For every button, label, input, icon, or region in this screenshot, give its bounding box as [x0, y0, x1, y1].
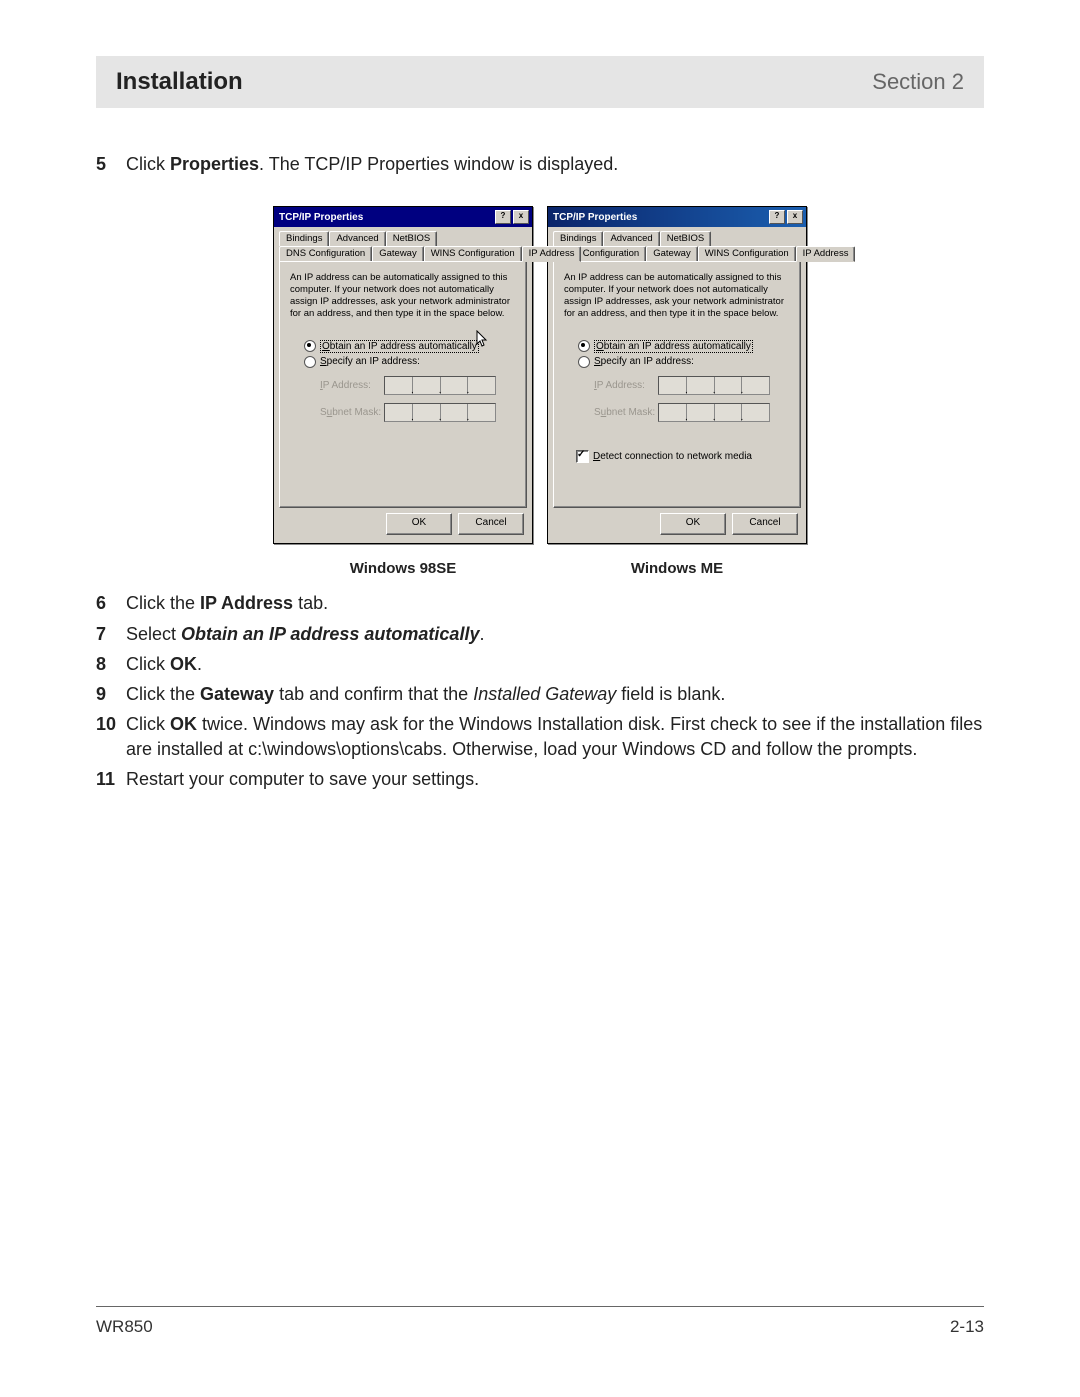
step-number: 6 — [96, 591, 126, 615]
label-subnet-mask: Subnet Mask: — [594, 407, 658, 418]
label-ip-address: IP Address: — [594, 380, 658, 391]
caption-win98: Windows 98SE — [273, 550, 533, 577]
radio-label: Specify an IP address: — [320, 356, 420, 367]
ok-button[interactable]: OK — [386, 513, 452, 535]
dialog-title: TCP/IP Properties — [553, 212, 637, 223]
radio-specify-ip[interactable]: Specify an IP address: — [578, 356, 790, 368]
cancel-button[interactable]: Cancel — [458, 513, 524, 535]
step-number: 10 — [96, 712, 126, 761]
radio-obtain-auto[interactable]: Obtain an IP address automatically — [304, 340, 516, 353]
tab-advanced[interactable]: Advanced — [603, 231, 659, 246]
tab-gateway[interactable]: Gateway — [372, 246, 424, 261]
step-number: 11 — [96, 767, 126, 791]
step-8: 8 Click OK. — [96, 652, 984, 676]
dialog-title: TCP/IP Properties — [279, 212, 363, 223]
step-text: Click Properties. The TCP/IP Properties … — [126, 152, 984, 176]
screenshot-win98: TCP/IP Properties ? x Bindings Advanced … — [273, 206, 533, 544]
footer-page: 2-13 — [950, 1317, 984, 1337]
checkbox-detect-connection[interactable]: Detect connection to network media — [576, 450, 790, 463]
step-10: 10 Click OK twice. Windows may ask for t… — [96, 712, 984, 761]
checkbox-icon — [576, 450, 589, 463]
screenshot-winme: TCP/IP Properties ? x Bindings Advanced … — [547, 206, 807, 544]
step-5: 5 Click Properties. The TCP/IP Propertie… — [96, 152, 984, 176]
step-9: 9 Click the Gateway tab and confirm that… — [96, 682, 984, 706]
radio-label: Obtain an IP address automatically — [320, 340, 479, 353]
tab-wins[interactable]: WINS Configuration — [698, 246, 796, 261]
titlebar: TCP/IP Properties ? x — [274, 207, 532, 227]
page-footer: WR850 2-13 — [96, 1306, 984, 1337]
radio-icon — [304, 356, 316, 368]
step-number: 5 — [96, 152, 126, 176]
radio-icon — [578, 340, 590, 352]
tab-wins[interactable]: WINS Configuration — [424, 246, 522, 261]
titlebar: TCP/IP Properties ? x — [548, 207, 806, 227]
subnet-mask-input — [658, 403, 770, 422]
checkbox-label: Detect connection to network media — [593, 451, 752, 462]
step-text: Click the IP Address tab. — [126, 591, 984, 615]
page-header: Installation Section 2 — [96, 56, 984, 108]
section-label: Section 2 — [872, 69, 964, 95]
radio-label: Obtain an IP address automatically — [594, 340, 753, 353]
close-icon[interactable]: x — [787, 210, 803, 224]
radio-icon — [304, 340, 316, 352]
ok-button[interactable]: OK — [660, 513, 726, 535]
dialog-description: An IP address can be automatically assig… — [290, 272, 516, 320]
cancel-button[interactable]: Cancel — [732, 513, 798, 535]
ip-address-input — [384, 376, 496, 395]
close-icon[interactable]: x — [513, 210, 529, 224]
radio-specify-ip[interactable]: Specify an IP address: — [304, 356, 516, 368]
step-number: 7 — [96, 622, 126, 646]
tab-netbios[interactable]: NetBIOS — [386, 231, 438, 246]
help-icon[interactable]: ? — [495, 210, 511, 224]
tab-netbios[interactable]: NetBIOS — [660, 231, 712, 246]
label-ip-address: IP Address: — [320, 380, 384, 391]
step-text: Click the Gateway tab and confirm that t… — [126, 682, 984, 706]
step-text: Restart your computer to save your setti… — [126, 767, 984, 791]
page-title: Installation — [116, 68, 243, 96]
step-text: Click OK. — [126, 652, 984, 676]
step-number: 9 — [96, 682, 126, 706]
tab-bindings[interactable]: Bindings — [279, 231, 329, 246]
tab-dns[interactable]: DNS Configuration — [279, 246, 372, 261]
caption-winme: Windows ME — [547, 550, 807, 577]
tab-bindings[interactable]: Bindings — [553, 231, 603, 246]
tab-advanced[interactable]: Advanced — [329, 231, 385, 246]
step-7: 7 Select Obtain an IP address automatica… — [96, 622, 984, 646]
ip-address-input — [658, 376, 770, 395]
step-text: Select Obtain an IP address automaticall… — [126, 622, 984, 646]
tab-ip-address[interactable]: IP Address — [522, 246, 582, 262]
step-11: 11 Restart your computer to save your se… — [96, 767, 984, 791]
dialog-description: An IP address can be automatically assig… — [564, 272, 790, 320]
step-6: 6 Click the IP Address tab. — [96, 591, 984, 615]
radio-icon — [578, 356, 590, 368]
help-icon[interactable]: ? — [769, 210, 785, 224]
tab-gateway[interactable]: Gateway — [646, 246, 698, 261]
step-number: 8 — [96, 652, 126, 676]
tab-ip-address[interactable]: IP Address — [796, 246, 856, 262]
footer-model: WR850 — [96, 1317, 153, 1337]
step-text: Click OK twice. Windows may ask for the … — [126, 712, 984, 761]
radio-label: Specify an IP address: — [594, 356, 694, 367]
subnet-mask-input — [384, 403, 496, 422]
radio-obtain-auto[interactable]: Obtain an IP address automatically — [578, 340, 790, 353]
label-subnet-mask: Subnet Mask: — [320, 407, 384, 418]
